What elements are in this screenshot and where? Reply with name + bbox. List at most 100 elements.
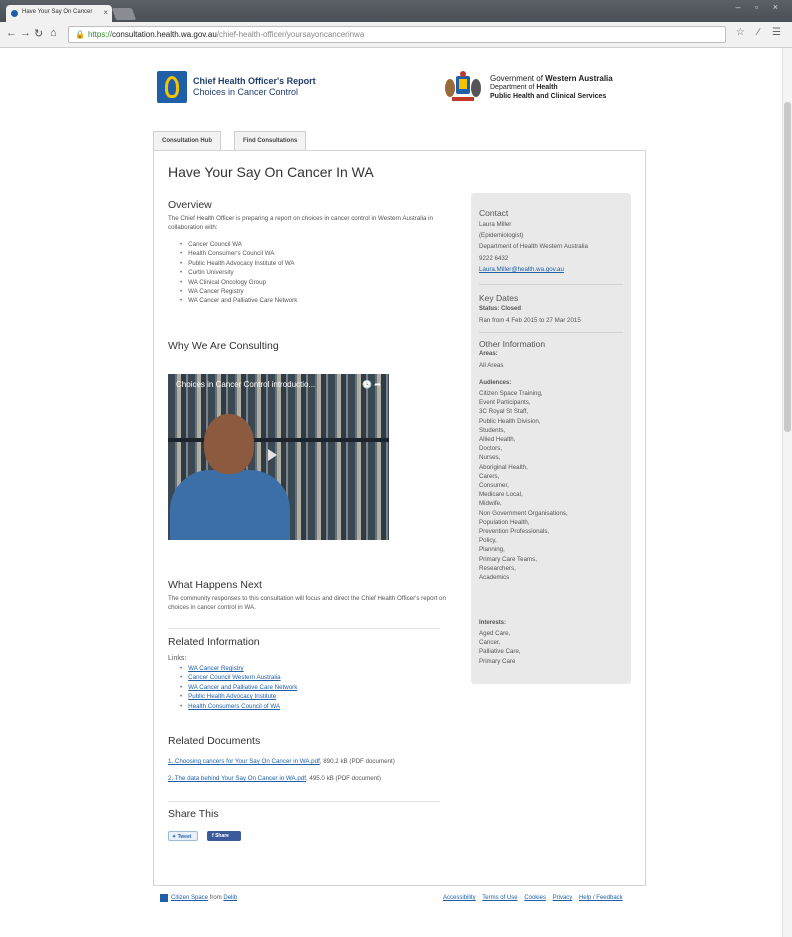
list-item: Planning, (479, 546, 505, 554)
list-item: Health Consumer's Council WA (180, 249, 297, 258)
share-heading: Share This (168, 808, 219, 820)
cho-report-title: Chief Health Officer's Report (193, 76, 316, 86)
list-item: Primary Care (479, 657, 516, 665)
list-item: WA Clinical Oncology Group (180, 278, 297, 287)
url-path: /chief-health-officer/yoursayoncancerinw… (216, 30, 365, 39)
document-row: 2. The data behind Your Say On Cancer in… (168, 775, 381, 782)
browser-toolbar: ← → ↻ ⌂ 🔒 https://consultation.health.wa.… (0, 22, 792, 48)
list-item: Cancer Council Western Australia (180, 673, 297, 682)
divider (479, 284, 623, 285)
gov-department: Department of Health (490, 84, 558, 91)
address-bar[interactable]: 🔒 https://consultation.health.wa.gov.au/c… (68, 26, 726, 43)
home-icon[interactable]: ⌂ (50, 27, 57, 39)
footer-links: Accessibility Terms of Use Cookies Priva… (443, 895, 628, 901)
browser-tab[interactable]: Have Your Say On Cancer × (6, 5, 112, 22)
contact-org: Department of Health Western Australia (479, 243, 588, 250)
list-item: Public Health Division, (479, 417, 541, 425)
footer-link-help-feedback[interactable]: Help / Feedback (579, 895, 623, 901)
forward-icon[interactable]: → (20, 27, 31, 39)
wa-government-crest-icon (445, 71, 481, 101)
list-item: Non Government Organisations, (479, 509, 568, 517)
window-controls[interactable]: – ▫ × (736, 2, 784, 12)
footer-link-privacy[interactable]: Privacy (553, 895, 573, 901)
gov-division: Public Health and Clinical Services (490, 93, 607, 100)
document-link-2[interactable]: 2. The data behind Your Say On Cancer in… (168, 775, 306, 782)
lock-icon: 🔒 (75, 30, 85, 39)
list-item: Allied Health, (479, 436, 516, 444)
link-health-consumers-council[interactable]: Health Consumers Council of WA (188, 703, 280, 710)
list-item: Curtin University (180, 268, 297, 277)
list-item: Aboriginal Health, (479, 463, 528, 471)
divider (168, 801, 440, 802)
list-item: Nurses, (479, 454, 501, 462)
link-public-health-advocacy[interactable]: Public Health Advocacy Institute (188, 693, 276, 700)
list-item: Event Participants, (479, 399, 531, 407)
key-dates-heading: Key Dates (479, 293, 519, 303)
why-heading: Why We Are Consulting (168, 340, 279, 352)
list-item: Population Health, (479, 518, 530, 526)
contact-name: Laura Miller (479, 221, 512, 228)
list-item: Public Health Advocacy Institute of WA (180, 259, 297, 268)
document-row: 1. Choosing cancers for Your Say On Canc… (168, 758, 395, 765)
list-item: WA Cancer Registry (180, 287, 297, 296)
tab-find-consultations[interactable]: Find Consultations (234, 131, 307, 150)
related-links-list: WA Cancer Registry Cancer Council Wester… (180, 664, 297, 711)
footer-link-cookies[interactable]: Cookies (524, 895, 546, 901)
video-title[interactable]: Choices in Cancer Control introductio... (176, 380, 315, 389)
video-player[interactable]: Choices in Cancer Control introductio...… (168, 374, 389, 540)
facebook-share-button[interactable]: f Share (207, 831, 241, 841)
favicon-icon (11, 10, 18, 17)
tab-consultation-hub[interactable]: Consultation Hub (153, 131, 221, 150)
list-item: Carers, (479, 472, 500, 480)
delib-link[interactable]: Delib (223, 895, 237, 901)
list-item: Doctors, (479, 445, 503, 453)
gov-name: Government of Western Australia (490, 74, 613, 83)
related-docs-heading: Related Documents (168, 735, 261, 747)
list-item: Researchers, (479, 564, 516, 572)
contact-phone: 9222 6432 (479, 255, 509, 262)
contact-email-row: Laura.Miller@health.wa.gov.au (479, 265, 627, 274)
areas-label: Areas: (479, 351, 498, 357)
scrollbar-thumb[interactable] (784, 102, 791, 432)
list-item: Students, (479, 426, 506, 434)
cho-report-logo (157, 71, 187, 103)
status-badge: Status: Closed (479, 306, 522, 312)
url-host: consultation.health.wa.gov.au (111, 30, 217, 39)
next-heading: What Happens Next (168, 579, 262, 591)
video-watch-later-share-icons[interactable]: 🕓 ➦ (362, 380, 381, 389)
browser-tab-title: Have Your Say On Cancer (22, 9, 93, 15)
partner-list: Cancer Council WA Health Consumer's Coun… (180, 240, 297, 306)
audiences-label: Audiences: (479, 380, 512, 386)
cancer-ribbon-icon (165, 76, 179, 98)
close-tab-icon[interactable]: × (103, 8, 108, 17)
twitter-icon: ✦ (172, 834, 177, 840)
new-tab-button[interactable] (111, 8, 137, 20)
citizen-space-link[interactable]: Citizen Space (171, 895, 208, 901)
list-item: WA Cancer and Palliative Care Network (180, 296, 297, 305)
list-item: Primary Care Teams, (479, 555, 537, 563)
reload-icon[interactable]: ↻ (34, 27, 43, 40)
list-item: Public Health Advocacy Institute (180, 692, 297, 701)
list-item: Palliative Care, (479, 648, 521, 656)
footer-link-terms[interactable]: Terms of Use (482, 895, 517, 901)
toolbar-actions[interactable]: ☆ ⁄ ☰ (736, 27, 786, 38)
contact-email-link[interactable]: Laura.Miller@health.wa.gov.au (479, 266, 564, 273)
document-link-1[interactable]: 1. Choosing cancers for Your Say On Canc… (168, 758, 320, 765)
next-text: The community responses to this consulta… (168, 595, 446, 611)
video-presenter-head (204, 414, 254, 474)
interests-list: Aged Care, Cancer, Palliative Care, Prim… (479, 629, 627, 666)
other-info-heading: Other Information (479, 339, 546, 349)
link-wa-cancer-registry[interactable]: WA Cancer Registry (188, 665, 243, 672)
list-item: Policy, (479, 537, 497, 545)
list-item: Midwife, (479, 500, 502, 508)
contact-heading: Contact (479, 208, 509, 218)
list-item: Academics (479, 574, 510, 582)
tweet-button[interactable]: ✦ Tweet (168, 831, 198, 841)
play-icon[interactable] (268, 449, 277, 461)
link-cancer-palliative-network[interactable]: WA Cancer and Palliative Care Network (188, 684, 297, 691)
link-cancer-council-wa[interactable]: Cancer Council Western Australia (188, 674, 280, 681)
back-icon[interactable]: ← (6, 27, 17, 39)
list-item: Medicare Local, (479, 491, 523, 499)
page-scrollbar[interactable] (782, 48, 792, 937)
footer-link-accessibility[interactable]: Accessibility (443, 895, 476, 901)
